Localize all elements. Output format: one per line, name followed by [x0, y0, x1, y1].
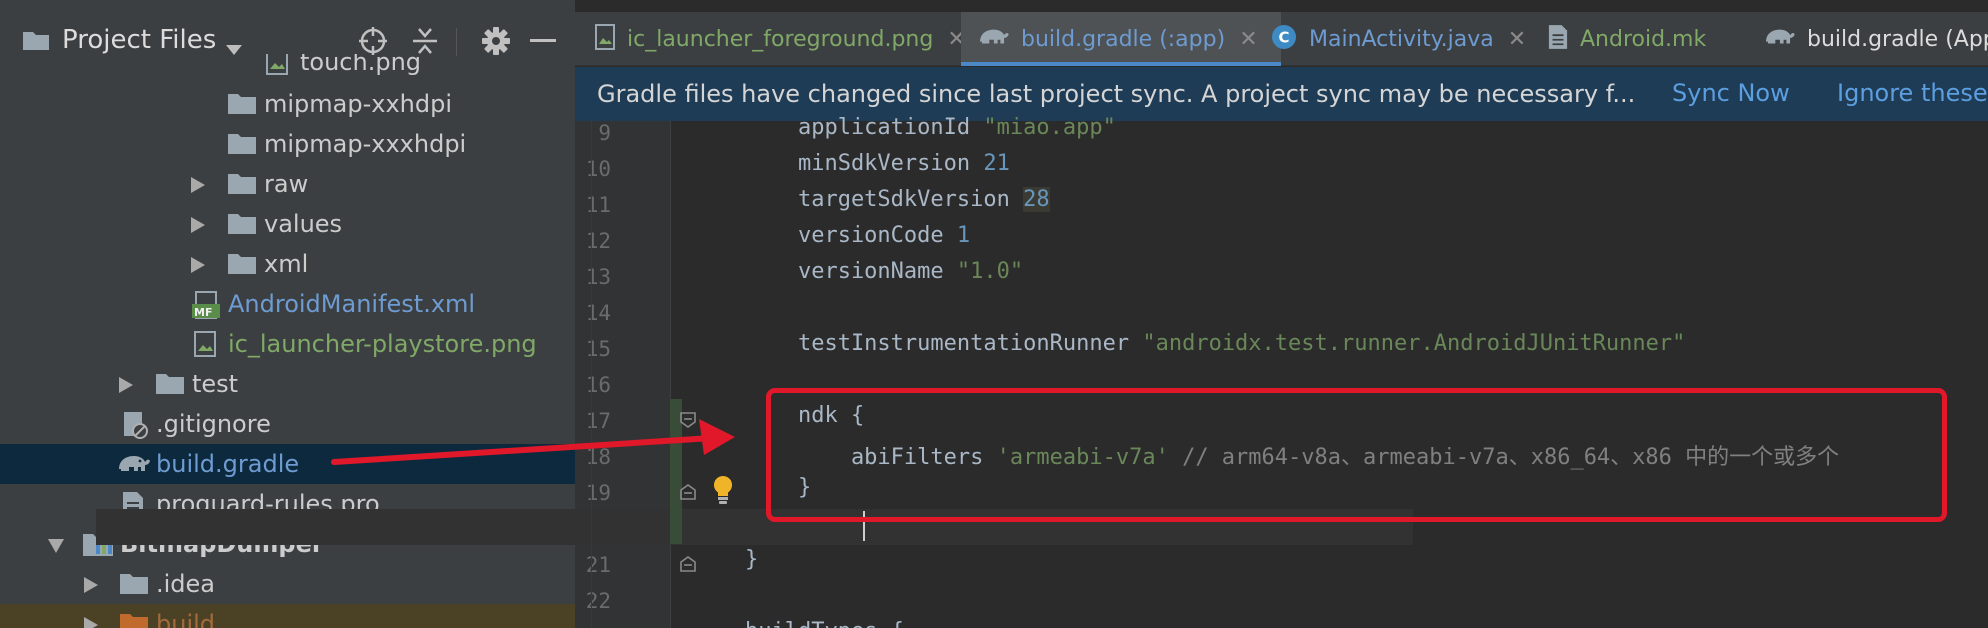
tab-build-gradle-project[interactable]: build.gradle (App/ — [1763, 12, 1988, 66]
highlight-annotation-box — [766, 388, 1947, 522]
tree-item-mipmap-xxhdpi[interactable]: mipmap-xxhdpi — [0, 84, 575, 124]
ignored-file-icon — [122, 411, 148, 443]
close-icon[interactable]: ✕ — [1508, 27, 1526, 52]
folder-icon — [119, 571, 149, 599]
gradle-sync-notification: Gradle files have changed since last pro… — [575, 67, 1988, 121]
fold-column — [670, 121, 671, 628]
code-line: buildTypes { — [692, 619, 904, 628]
folder-icon — [227, 171, 257, 199]
tree-item-xml[interactable]: xml — [0, 244, 575, 284]
notification-message: Gradle files have changed since last pro… — [597, 80, 1636, 108]
excluded-folder-icon — [119, 611, 149, 628]
manifest-file-icon: MF — [192, 291, 222, 323]
fold-end-icon[interactable] — [680, 556, 696, 576]
chevron-right-icon[interactable] — [191, 257, 205, 277]
tab-build-gradle-app[interactable]: build.gradle (:app) ✕ — [961, 12, 1281, 66]
chevron-right-icon[interactable] — [191, 217, 205, 237]
chevron-right-icon[interactable] — [84, 617, 98, 628]
tree-item-build-gradle[interactable]: build.gradle — [0, 444, 575, 484]
image-file-icon — [266, 54, 288, 79]
folder-icon — [227, 251, 257, 279]
gradle-elephant-icon — [116, 451, 150, 481]
code-line: versionName "1.0" — [692, 259, 1024, 284]
tree-item-idea[interactable]: .idea — [0, 564, 575, 604]
tree-item-build[interactable]: build — [0, 604, 575, 628]
fold-collapse-icon[interactable] — [680, 412, 696, 432]
gear-icon[interactable] — [481, 26, 511, 56]
tree-item-androidmanifest[interactable]: MF AndroidManifest.xml — [0, 284, 575, 324]
java-class-icon: C — [1271, 24, 1297, 54]
folder-icon — [155, 371, 185, 399]
folder-icon — [227, 131, 257, 159]
code-line: minSdkVersion 21 — [692, 151, 1010, 176]
gradle-elephant-icon — [977, 25, 1009, 53]
tab-mainactivity-java[interactable]: C MainActivity.java ✕ — [1271, 12, 1526, 66]
image-file-icon — [595, 24, 615, 54]
code-line: testInstrumentationRunner "androidx.test… — [692, 331, 1686, 356]
chevron-right-icon[interactable] — [84, 577, 98, 597]
svg-text:C: C — [1279, 29, 1290, 47]
tree-item-test[interactable]: test — [0, 364, 575, 404]
chevron-right-icon[interactable] — [191, 177, 205, 197]
navigation-bar-sliver — [0, 0, 575, 12]
svg-text:MF: MF — [194, 306, 212, 319]
folder-icon — [22, 29, 50, 55]
close-icon[interactable]: ✕ — [1239, 27, 1257, 52]
hide-panel-icon[interactable] — [528, 26, 558, 56]
ignore-changes-link[interactable]: Ignore these — [1837, 79, 1988, 107]
tree-item-touch-png[interactable]: touch.png — [0, 54, 575, 82]
image-file-icon — [194, 331, 216, 361]
gradle-elephant-icon — [1763, 25, 1795, 53]
chevron-down-icon[interactable] — [48, 538, 64, 557]
sync-now-link[interactable]: Sync Now — [1672, 79, 1790, 107]
code-line: versionCode 1 — [692, 223, 971, 248]
tree-item-raw[interactable]: raw — [0, 164, 575, 204]
line-number-gutter: 9 10 11 12 13 14 15 16 17 18 19 20 21 22… — [575, 121, 670, 628]
lightbulb-icon[interactable] — [711, 475, 735, 509]
project-view-selector[interactable]: Project Files — [62, 25, 216, 55]
fold-end-icon[interactable] — [680, 484, 696, 504]
chevron-right-icon[interactable] — [119, 377, 133, 397]
collapse-all-icon[interactable] — [410, 26, 440, 56]
tab-android-mk[interactable]: Android.mk — [1548, 12, 1706, 66]
tab-ic-launcher-foreground[interactable]: ic_launcher_foreground.png ✕ — [595, 12, 966, 66]
tree-item-mipmap-xxxhdpi[interactable]: mipmap-xxxhdpi — [0, 124, 575, 164]
editor-tab-bar: ic_launcher_foreground.png ✕ build.gradl… — [575, 12, 1988, 66]
indent-guide — [591, 121, 592, 628]
text-file-icon — [1548, 24, 1568, 54]
header-divider — [456, 28, 457, 56]
code-line: targetSdkVersion 28 — [692, 187, 1050, 212]
code-line: applicationId "miao.app" — [692, 115, 1116, 140]
code-line: } — [692, 547, 759, 572]
locate-target-icon[interactable] — [358, 26, 388, 56]
tree-item-values[interactable]: values — [0, 204, 575, 244]
folder-icon — [227, 91, 257, 119]
tree-item-gitignore[interactable]: .gitignore — [0, 404, 575, 444]
folder-icon — [227, 211, 257, 239]
tree-item-ic-launcher-playstore[interactable]: ic_launcher-playstore.png — [0, 324, 575, 364]
